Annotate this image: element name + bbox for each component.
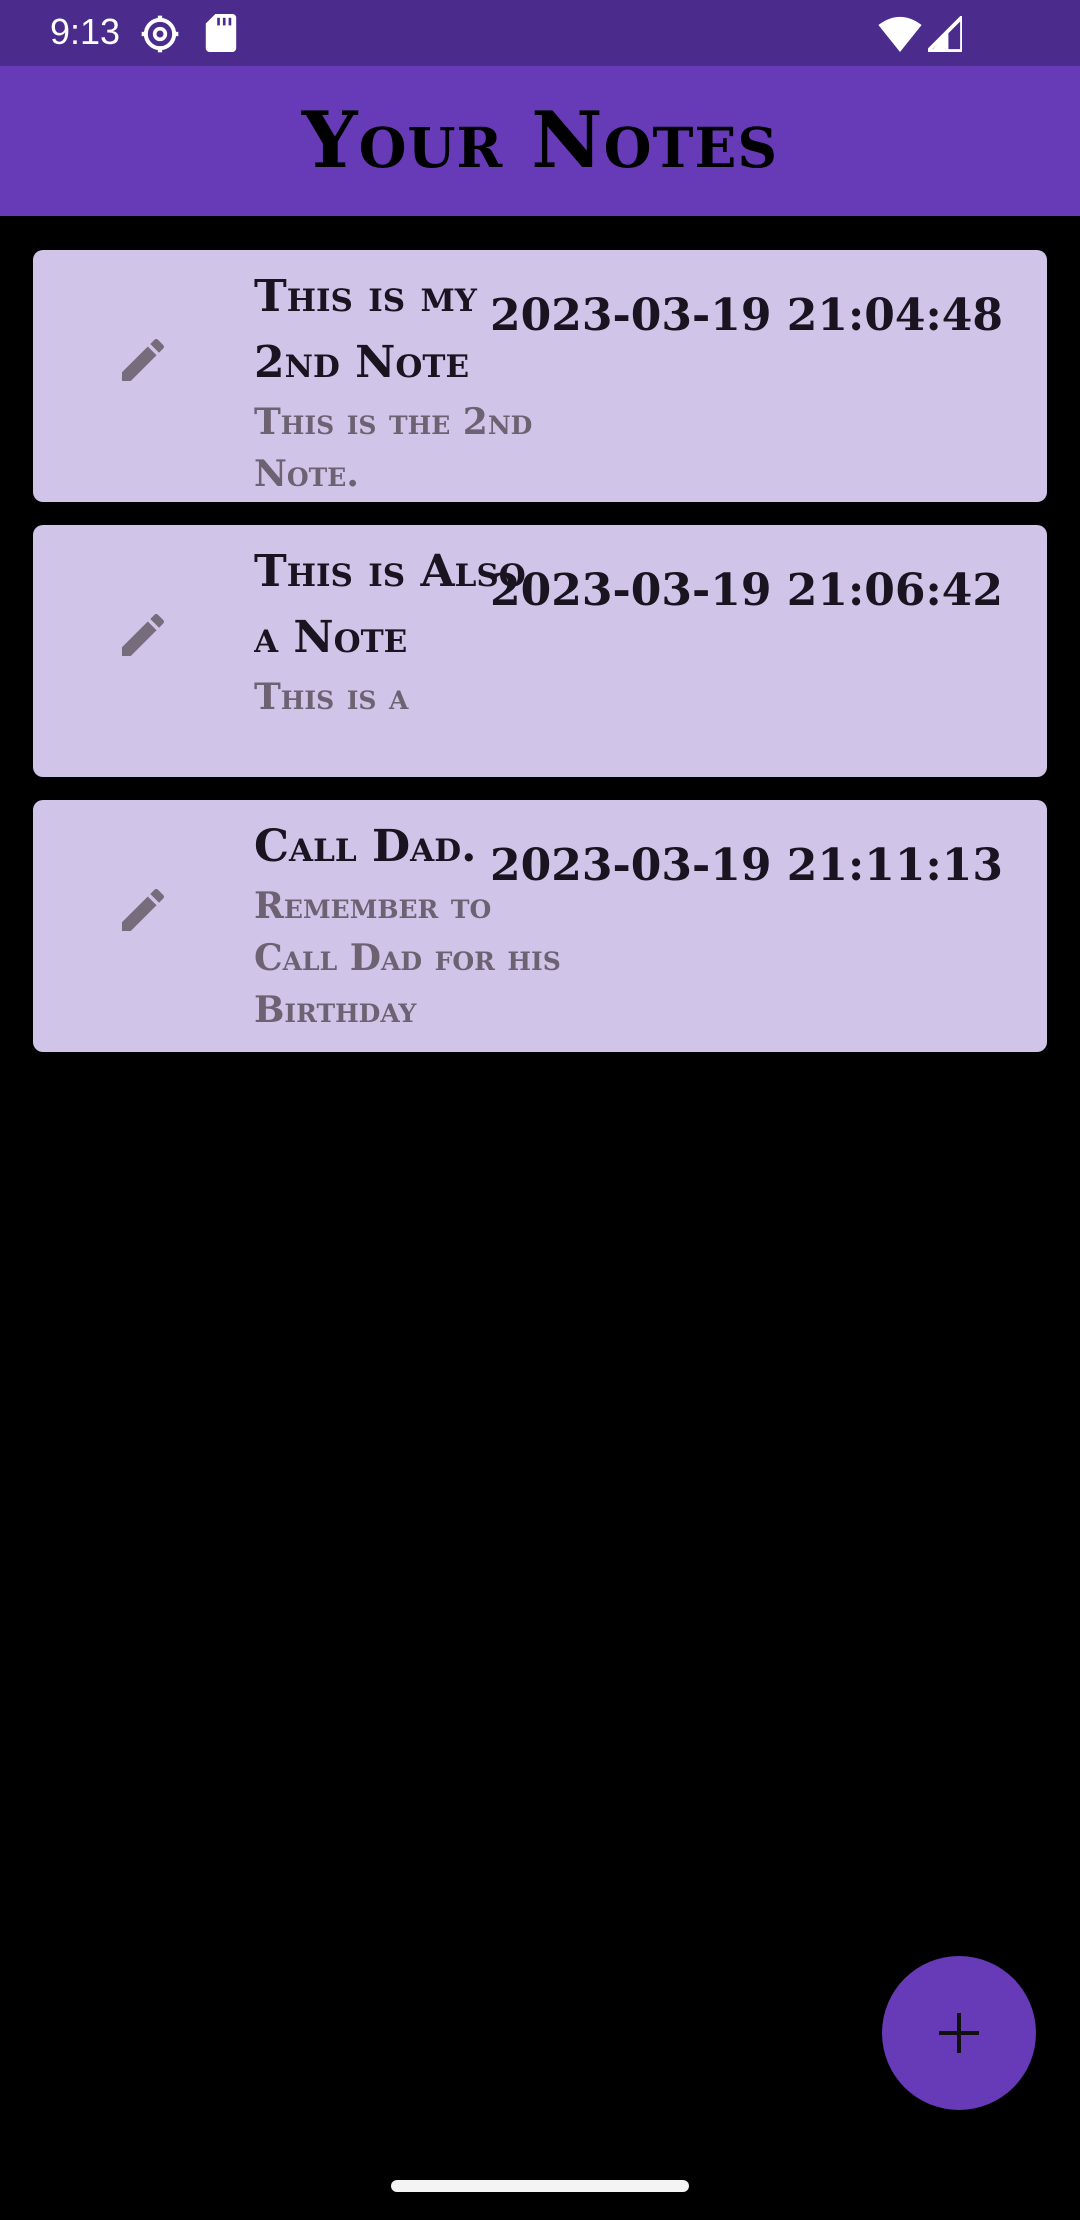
note-timestamp: 2023-03-19 21:04:48	[490, 290, 1003, 341]
note-body: Remember to Call Dad for his Birthday	[254, 885, 561, 1031]
note-timestamp: 2023-03-19 21:06:42	[490, 565, 1003, 616]
note-timestamp: 2023-03-19 21:11:13	[490, 840, 1003, 891]
note-card[interactable]: This is my 2nd Note This is the 2nd Note…	[33, 250, 1047, 502]
signal-icon	[928, 16, 962, 52]
pencil-icon[interactable]	[115, 882, 171, 938]
pencil-icon[interactable]	[115, 607, 171, 663]
home-indicator[interactable]	[391, 2180, 689, 2192]
note-body: This is the 2nd Note.	[254, 401, 533, 495]
note-card[interactable]: This is Also a Note This is a 2023-03-19…	[33, 525, 1047, 777]
wifi-icon	[878, 16, 922, 52]
status-time: 9:13	[50, 11, 121, 52]
status-bar: 9:13	[0, 0, 1080, 66]
settings-icon	[141, 15, 179, 53]
add-note-button[interactable]	[882, 1956, 1036, 2110]
pencil-icon[interactable]	[115, 332, 171, 388]
note-body: This is a	[254, 676, 409, 718]
note-card[interactable]: Call Dad. Remember to Call Dad for his B…	[33, 800, 1047, 1052]
app-bar: Your Notes	[0, 66, 1080, 216]
sd-card-icon	[205, 14, 237, 52]
page-title: Your Notes	[301, 95, 779, 186]
plus-icon	[939, 2013, 979, 2053]
